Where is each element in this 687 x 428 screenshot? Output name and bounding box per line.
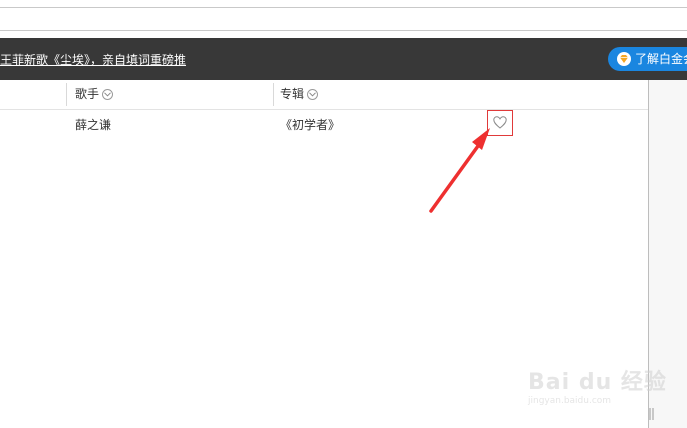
column-header-label: 歌手 [75, 87, 100, 101]
top-toolbar [0, 0, 687, 34]
promo-link[interactable]: 王菲新歌《尘埃》，亲自填词重磅推 [0, 51, 186, 68]
heart-outline-icon [493, 116, 507, 129]
column-header-album[interactable]: 专辑 [280, 80, 319, 109]
column-header-artist[interactable]: 歌手 [75, 80, 114, 109]
resize-grip[interactable] [647, 402, 657, 424]
song-table: 歌手 专辑 薛之谦 《初学者》 [0, 80, 649, 428]
vip-button-label: 了解白金会员 [635, 52, 687, 66]
chevron-down-circle-icon[interactable] [102, 89, 114, 100]
music-player-window: 王菲新歌《尘埃》，亲自填词重磅推 了解白金会员 歌手 专辑 薛之谦 《初学 [0, 0, 687, 428]
artist-cell[interactable]: 薛之谦 [75, 110, 111, 140]
side-panel [649, 80, 687, 428]
column-header-label: 专辑 [280, 87, 305, 101]
diamond-icon [617, 52, 631, 66]
album-cell[interactable]: 《初学者》 [280, 110, 340, 140]
chevron-down-circle-icon[interactable] [307, 89, 319, 100]
vip-info-button[interactable]: 了解白金会员 [608, 47, 687, 71]
column-separator[interactable] [66, 83, 67, 106]
table-header: 歌手 专辑 [0, 80, 648, 110]
promo-banner: 王菲新歌《尘埃》，亲自填词重磅推 了解白金会员 [0, 38, 687, 80]
table-row[interactable]: 薛之谦 《初学者》 [0, 110, 648, 140]
like-button[interactable] [487, 110, 513, 136]
column-separator[interactable] [273, 83, 274, 106]
top-search-field[interactable] [0, 7, 687, 31]
